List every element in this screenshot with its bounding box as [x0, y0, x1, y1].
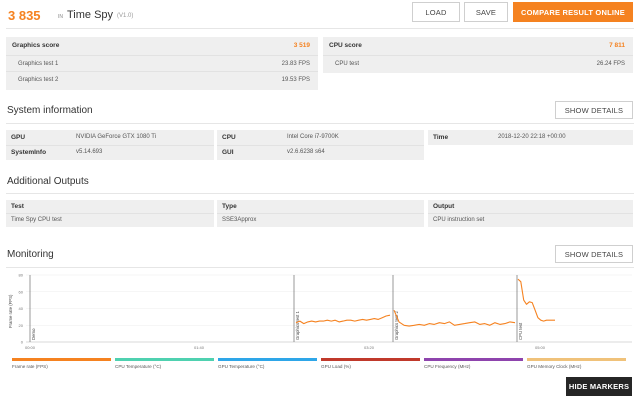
header-divider: [6, 28, 634, 29]
compare-result-online-button[interactable]: COMPARE RESULT ONLINE: [513, 2, 633, 22]
system-cpu-panel: CPU Intel Core i7-9700K GUI v2.6.6238 s6…: [217, 130, 424, 160]
time-label: Time: [433, 134, 449, 141]
cpu-score-panel: CPU score 7 811 CPU test 26.24 FPS: [323, 37, 633, 73]
legend-swatch[interactable]: [424, 358, 523, 361]
marker-label: Graphics test 2: [394, 310, 399, 340]
marker-label: Graphics test 1: [295, 310, 300, 340]
monitoring-title: Monitoring: [7, 249, 54, 260]
legend-label: GPU Load (%): [321, 364, 351, 369]
y-tick-label: 20: [19, 323, 24, 328]
frame-rate-line: [295, 314, 391, 325]
x-tick-label: 00:00: [25, 345, 36, 350]
legend-label: Frame rate (FPS): [12, 364, 48, 369]
outputs-col-test: Test: [11, 203, 24, 210]
legend-label: CPU Temperature (°C): [115, 364, 162, 369]
legend-label: GPU Memory Clock (MHz): [527, 364, 582, 369]
graphics-score-title: Graphics score: [12, 42, 60, 49]
outputs-output-value: CPU instruction set: [433, 217, 485, 223]
time-value: 2018-12-20 22:18 +00:00: [498, 134, 566, 140]
legend-swatch[interactable]: [321, 358, 420, 361]
version-label: (V1.0): [117, 13, 134, 19]
marker-label: CPU test: [518, 322, 523, 340]
cpu-score-value: 7 811: [609, 42, 625, 49]
graphics-test-2-value: 19.53 FPS: [281, 77, 310, 83]
monitoring-show-details-button[interactable]: SHOW DETAILS: [555, 245, 633, 263]
graphics-score-value: 3 519: [293, 42, 310, 49]
gui-label: GUI: [222, 149, 234, 156]
outputs-type-panel: Type SSE3Approx: [217, 200, 424, 227]
test-name: Time Spy: [67, 9, 114, 21]
row-divider: [428, 213, 633, 214]
outputs-test-panel: Test Time Spy CPU test: [6, 200, 214, 227]
load-button[interactable]: LOAD: [412, 2, 460, 22]
graphics-test-2-label: Graphics test 2: [18, 77, 59, 83]
gpu-label: GPU: [11, 134, 26, 141]
monitoring-divider: [6, 267, 634, 268]
y-axis-label: Frame rate (FPS): [8, 294, 13, 328]
y-tick-label: 40: [19, 306, 24, 311]
row-divider: [217, 145, 424, 146]
frame-rate-line: [393, 309, 516, 327]
legend-swatch[interactable]: [218, 358, 317, 361]
cpu-label: CPU: [222, 134, 236, 141]
legend-label: GPU Temperature (°C): [218, 364, 265, 369]
frame-rate-line: [517, 278, 555, 322]
cpu-test-value: 26.24 FPS: [596, 61, 625, 67]
legend-swatch[interactable]: [12, 358, 111, 361]
system-divider: [6, 123, 634, 124]
y-tick-label: 80: [19, 273, 24, 278]
save-button[interactable]: SAVE: [464, 2, 508, 22]
x-tick-label: 03:20: [364, 345, 375, 350]
gpu-value: NVIDIA GeForce GTX 1080 Ti: [76, 134, 157, 140]
legend-label: CPU Frequency (MHz): [424, 364, 471, 369]
row-divider: [6, 145, 214, 146]
graphics-test-1-label: Graphics test 1: [18, 61, 59, 67]
systeminfo-value: v5.14.693: [76, 149, 103, 155]
legend-swatch[interactable]: [115, 358, 214, 361]
system-gpu-panel: GPU NVIDIA GeForce GTX 1080 Ti SystemInf…: [6, 130, 214, 160]
gui-value: v2.6.6238 s64: [287, 149, 325, 155]
cpu-test-label: CPU test: [335, 61, 360, 67]
graphics-score-panel: Graphics score 3 519 Graphics test 1 23.…: [6, 37, 318, 90]
row-divider: [323, 55, 633, 56]
row-divider: [6, 71, 318, 72]
system-show-details-button[interactable]: SHOW DETAILS: [555, 101, 633, 119]
cpu-score-title: CPU score: [329, 42, 362, 49]
outputs-output-panel: Output CPU instruction set: [428, 200, 633, 227]
in-label: IN: [58, 14, 63, 20]
y-tick-label: 60: [19, 289, 24, 294]
y-tick-label: 0: [21, 340, 24, 345]
outputs-divider: [6, 193, 634, 194]
overall-score: 3 835: [8, 8, 41, 23]
cpu-value: Intel Core i7-9700K: [287, 134, 339, 140]
graphics-test-1-value: 23.83 FPS: [281, 61, 310, 67]
hide-markers-button[interactable]: HIDE MARKERS: [566, 377, 632, 396]
x-tick-label: 01:40: [194, 345, 205, 350]
system-time-panel: Time 2018-12-20 22:18 +00:00: [428, 130, 633, 145]
row-divider: [217, 213, 424, 214]
row-divider: [6, 55, 318, 56]
outputs-col-type: Type: [222, 203, 237, 210]
system-information-title: System information: [7, 105, 93, 116]
outputs-test-value: Time Spy CPU test: [11, 217, 62, 223]
marker-label: Demo: [31, 328, 36, 340]
row-divider: [6, 213, 214, 214]
x-tick-label: 05:00: [535, 345, 546, 350]
legend-swatch[interactable]: [527, 358, 626, 361]
outputs-col-output: Output: [433, 203, 455, 210]
additional-outputs-title: Additional Outputs: [7, 176, 89, 187]
systeminfo-label: SystemInfo: [11, 149, 47, 156]
outputs-type-value: SSE3Approx: [222, 217, 257, 223]
